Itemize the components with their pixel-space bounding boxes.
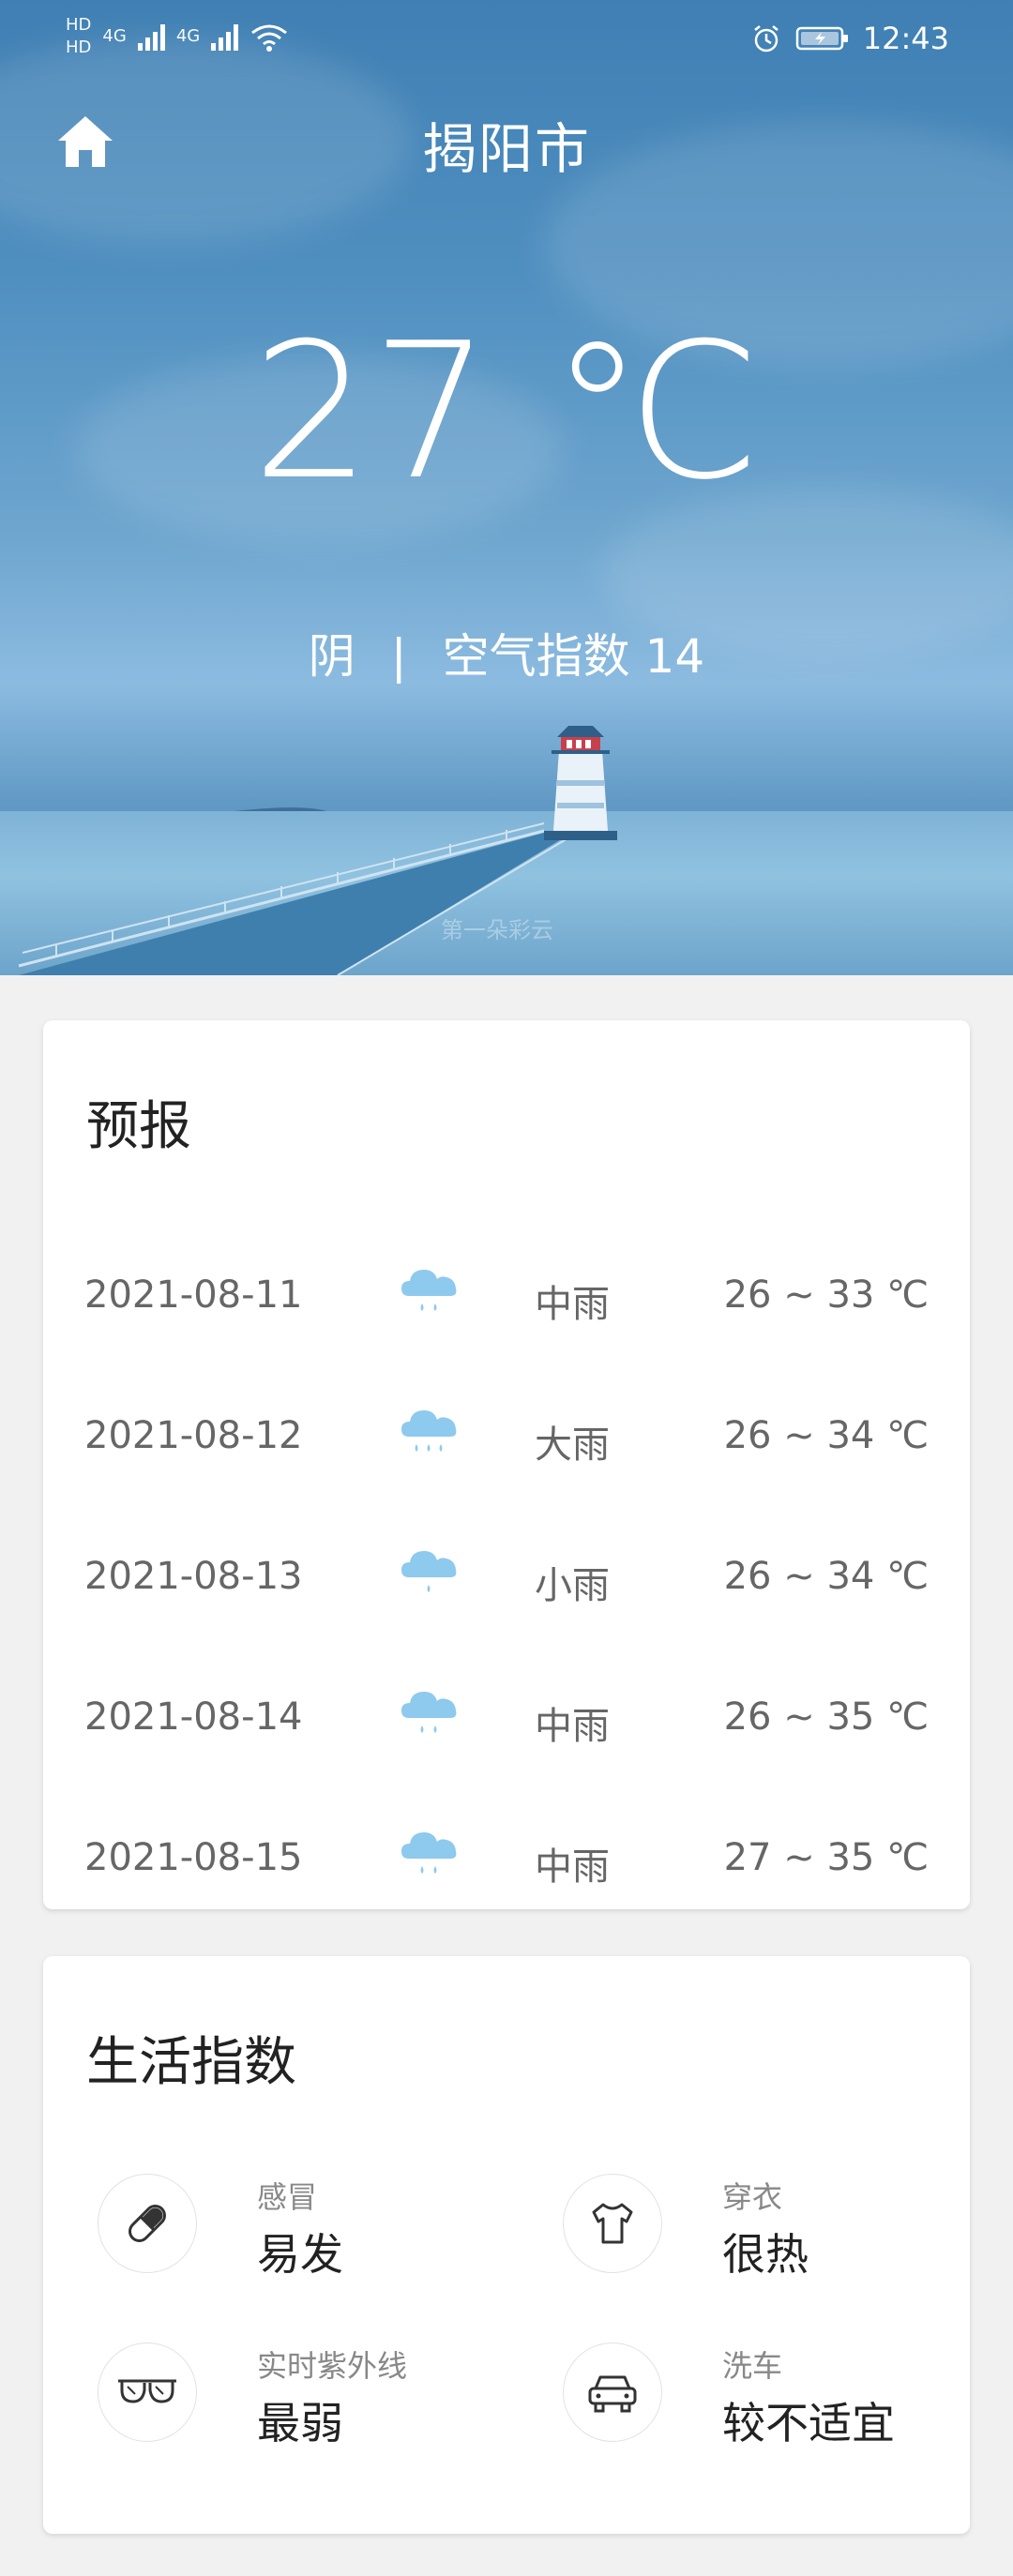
air-quality-index: 空气指数 14 [442,629,705,684]
weather-condition: 阴 [308,629,355,684]
forecast-temp-range: 26 ~ 34 ℃ [723,1414,929,1457]
battery-charging-icon [795,26,848,51]
forecast-date: 2021-08-14 [84,1695,303,1739]
life-index-value: 易发 [257,2229,343,2280]
forecast-row: 2021-08-13 小雨 26 ~ 34 ℃ [43,1530,970,1624]
life-index-carwash: 洗车 较不适宜 [563,2343,994,2464]
network-type-1: 4G [102,26,127,46]
forecast-card: 预报 2021-08-11 中雨 26 ~ 33 ℃ 2021-08-12 大雨… [43,1020,970,1909]
forecast-row: 2021-08-15 中雨 27 ~ 35 ℃ [43,1812,970,1906]
wifi-icon [251,24,288,52]
forecast-date: 2021-08-12 [84,1414,303,1457]
forecast-row: 2021-08-14 中雨 26 ~ 35 ℃ [43,1671,970,1765]
life-index-value: 较不适宜 [722,2398,895,2448]
tshirt-icon [592,2203,633,2244]
life-icon-circle [563,2343,662,2442]
signal-bars-icon [137,23,165,51]
life-index-label: 穿衣 [722,2179,783,2215]
pill-icon [129,2205,166,2242]
forecast-condition: 中雨 [535,1705,610,1748]
rain-heavy-icon [401,1410,457,1452]
forecast-temp-range: 26 ~ 33 ℃ [723,1273,929,1317]
forecast-row: 2021-08-12 大雨 26 ~ 34 ℃ [43,1390,970,1484]
life-index-card: 生活指数 感冒 易发 穿衣 很热 实时紫外线 最弱 洗车 较不适宜 [43,1956,970,2534]
forecast-date: 2021-08-13 [84,1555,303,1598]
forecast-title: 预报 [86,1096,191,1157]
rain-medium-icon [401,1692,457,1733]
life-index-value: 最弱 [257,2398,343,2448]
forecast-date: 2021-08-15 [84,1836,303,1879]
sim2-badge: HD [66,38,92,57]
sim1-badge: HD [66,15,92,35]
forecast-temp-range: 26 ~ 35 ℃ [723,1695,929,1739]
alarm-icon [754,25,779,53]
forecast-condition: 中雨 [535,1845,610,1889]
life-icon-circle [98,2343,197,2442]
life-index-cold: 感冒 易发 [98,2174,529,2296]
weather-hero: HD HD 4G 4G 12:43 揭阳市 27 ℃ 阴 | 空气指数 14 第… [0,0,1013,975]
separator: | [390,629,407,684]
clock-time: 12:43 [862,21,949,56]
status-right: 12:43 [750,21,949,56]
forecast-row: 2021-08-11 中雨 26 ~ 33 ℃ [43,1249,970,1343]
forecast-condition: 小雨 [535,1564,610,1607]
life-index-title: 生活指数 [86,2032,296,2093]
current-condition-line: 阴 | 空气指数 14 [0,619,1013,686]
network-type-2: 4G [175,26,201,46]
forecast-condition: 中雨 [535,1283,610,1326]
car-icon [588,2375,637,2413]
forecast-temp-range: 26 ~ 34 ℃ [723,1555,929,1598]
rain-medium-icon [401,1270,457,1311]
rain-medium-icon [401,1832,457,1874]
status-bar: HD HD 4G 4G 12:43 [0,0,1013,84]
life-index-uv: 实时紫外线 最弱 [98,2343,529,2464]
forecast-date: 2021-08-11 [84,1273,303,1317]
sunglasses-icon [118,2379,176,2403]
forecast-condition: 大雨 [535,1424,610,1467]
signal-indicators: HD HD 4G 4G [66,17,289,56]
life-index-label: 感冒 [257,2179,318,2215]
rain-light-icon [401,1551,457,1592]
life-icon-circle [98,2174,197,2273]
life-index-dressing: 穿衣 很热 [563,2174,994,2296]
forecast-temp-range: 27 ~ 35 ℃ [723,1836,929,1879]
life-index-label: 实时紫外线 [257,2348,408,2384]
signal-bars-icon [211,23,239,51]
life-icon-circle [563,2174,662,2273]
life-index-label: 洗车 [722,2348,783,2384]
city-name: 揭阳市 [421,117,591,181]
current-temperature: 27 ℃ [251,303,762,521]
life-index-value: 很热 [722,2229,809,2280]
image-watermark: 第一朵彩云 [441,917,553,943]
